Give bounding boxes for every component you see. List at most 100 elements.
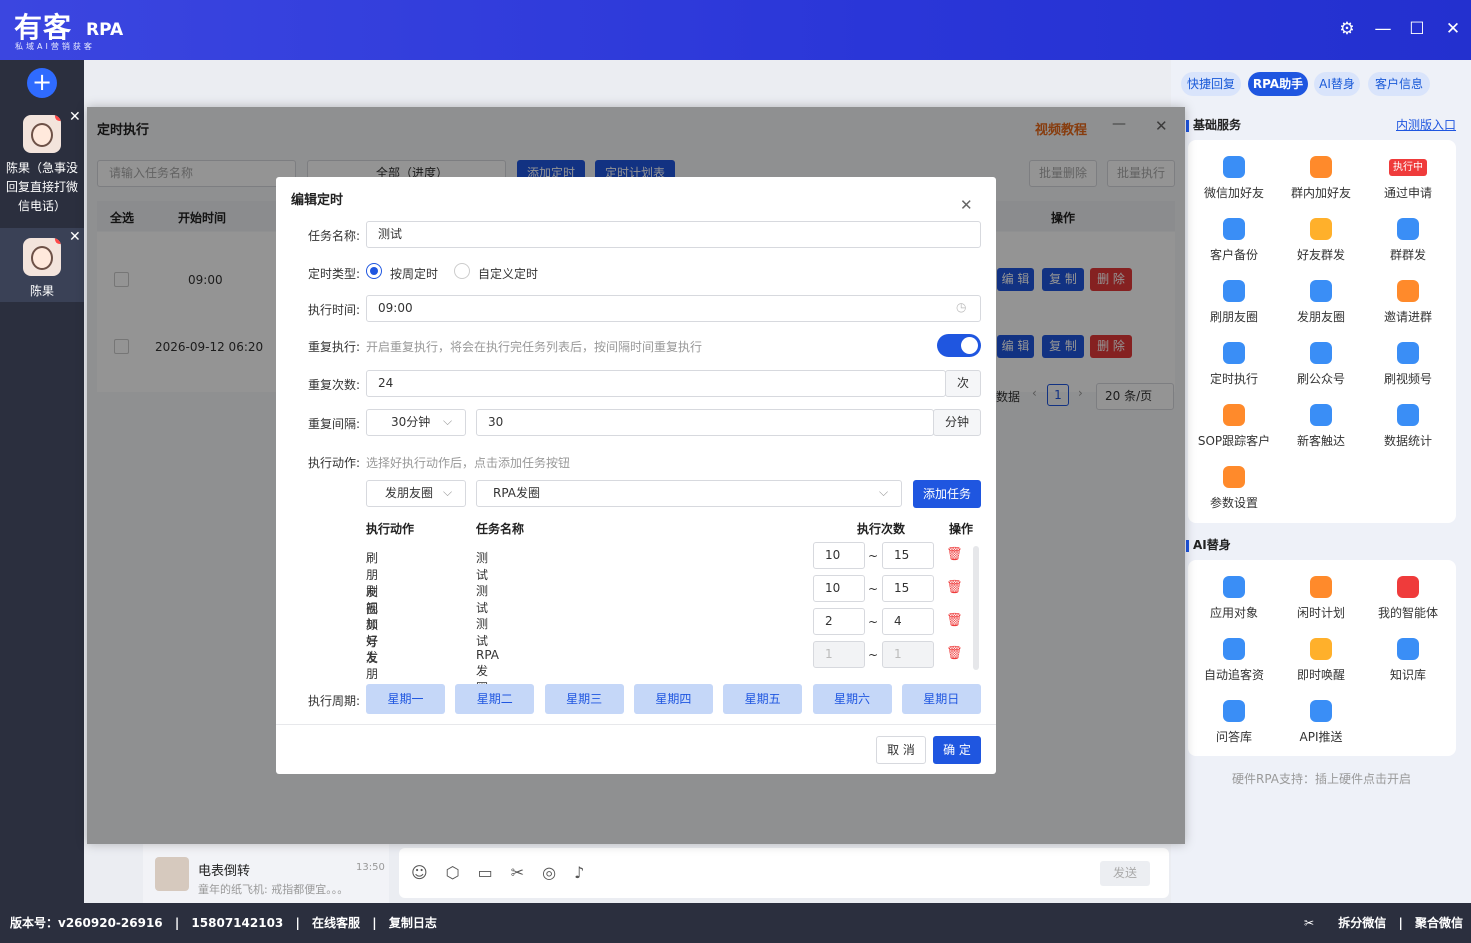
- chat-time: 13:50: [356, 862, 385, 873]
- minimize-icon[interactable]: —: [1372, 18, 1394, 40]
- repeat-count-input[interactable]: 24: [366, 370, 946, 397]
- basic-service-icon: [1223, 342, 1245, 364]
- basic-service-item[interactable]: 邀请进群: [1365, 280, 1451, 325]
- task-table-scrollbar[interactable]: [973, 546, 979, 670]
- dialog-title: 编辑定时: [291, 193, 344, 208]
- tab-rpa-assistant[interactable]: RPA助手: [1248, 72, 1308, 96]
- count-max-input[interactable]: 15: [882, 542, 934, 569]
- beta-entry-link[interactable]: 内测版入口: [1396, 116, 1456, 133]
- task-name-input[interactable]: 测试: [366, 221, 981, 248]
- avatar: [23, 238, 61, 276]
- cancel-button[interactable]: 取 消: [876, 736, 926, 764]
- basic-service-item[interactable]: 客户备份: [1191, 218, 1277, 263]
- ai-service-item[interactable]: 应用对象: [1191, 576, 1277, 621]
- ai-service-icon: [1223, 576, 1245, 598]
- exec-time-input[interactable]: 09:00: [366, 295, 981, 322]
- count-min-input[interactable]: 2: [813, 608, 865, 635]
- basic-service-icon: [1223, 218, 1245, 240]
- basic-service-item[interactable]: 微信加好友: [1191, 156, 1277, 201]
- merge-wechat-link[interactable]: 聚合微信: [1415, 916, 1463, 930]
- basic-service-icon: [1310, 280, 1332, 302]
- close-contact-icon[interactable]: ✕: [69, 229, 81, 245]
- ai-service-item[interactable]: 我的智能体: [1365, 576, 1451, 621]
- online-service-link[interactable]: 在线客服: [312, 916, 360, 930]
- day-button[interactable]: 星期日: [901, 684, 981, 714]
- day-button[interactable]: 星期三: [544, 684, 624, 714]
- split-wechat-link[interactable]: 拆分微信: [1338, 916, 1386, 930]
- basic-service-item[interactable]: 定时执行: [1191, 342, 1277, 387]
- ai-service-item[interactable]: API推送: [1278, 700, 1364, 745]
- send-button[interactable]: 发送: [1100, 861, 1150, 886]
- avatar: [155, 857, 189, 891]
- interval-value-input[interactable]: 30: [476, 409, 934, 436]
- repeat-toggle[interactable]: [937, 334, 981, 357]
- day-button[interactable]: 星期五: [723, 684, 803, 714]
- trash-icon[interactable]: 🗑: [946, 580, 963, 595]
- count-min-input[interactable]: 10: [813, 575, 865, 602]
- chat-toolbar-icons[interactable]: ☺⬡▭✂◎♪: [411, 863, 602, 882]
- basic-service-icon: [1310, 156, 1332, 178]
- count-max-input[interactable]: 1: [882, 641, 934, 668]
- tab-quick-reply[interactable]: 快捷回复: [1181, 72, 1241, 96]
- basic-service-item[interactable]: 群内加好友: [1278, 156, 1364, 201]
- repeat-label: 重复执行:: [307, 340, 360, 354]
- basic-services-title: 基础服务: [1186, 116, 1241, 133]
- maximize-icon[interactable]: ☐: [1406, 18, 1428, 40]
- basic-service-item[interactable]: 数据统计: [1365, 404, 1451, 449]
- ai-service-item[interactable]: 自动追客资: [1191, 638, 1277, 683]
- col-ops-header: 操作: [949, 522, 974, 536]
- basic-service-item[interactable]: 新客触达: [1278, 404, 1364, 449]
- trash-icon[interactable]: 🗑: [946, 646, 963, 661]
- task-name: 测试: [476, 584, 489, 615]
- basic-service-item[interactable]: 好友群发: [1278, 218, 1364, 263]
- dialog-close-icon[interactable]: ✕: [960, 196, 973, 214]
- confirm-button[interactable]: 确 定: [933, 736, 981, 764]
- radio-weekly-label: 按周定时: [390, 267, 439, 281]
- basic-service-item[interactable]: SOP跟踪客户: [1191, 404, 1277, 449]
- repeat-description: 开启重复执行，将会在执行完任务列表后，按间隔时间重复执行: [366, 340, 703, 354]
- ai-service-label: 问答库: [1215, 730, 1252, 744]
- radio-custom-label: 自定义定时: [478, 267, 539, 281]
- task-select[interactable]: RPA发圈: [476, 480, 902, 507]
- basic-service-item[interactable]: 刷朋友圈: [1191, 280, 1277, 325]
- radio-custom[interactable]: [454, 263, 470, 279]
- tab-ai-avatar[interactable]: AI替身: [1314, 72, 1360, 96]
- ai-service-item[interactable]: 即时唤醒: [1278, 638, 1364, 683]
- basic-service-item[interactable]: 参数设置: [1191, 466, 1277, 511]
- basic-service-label: 新客触达: [1296, 434, 1345, 448]
- trash-icon[interactable]: 🗑: [946, 613, 963, 628]
- range-separator: ~: [868, 615, 879, 629]
- basic-service-icon: [1223, 466, 1245, 488]
- basic-service-item[interactable]: 发朋友圈: [1278, 280, 1364, 325]
- trash-icon[interactable]: 🗑: [946, 547, 963, 562]
- count-min-input[interactable]: 10: [813, 542, 865, 569]
- close-contact-icon[interactable]: ✕: [69, 109, 81, 125]
- scissors-icon[interactable]: ✂: [1304, 916, 1314, 930]
- day-button[interactable]: 星期六: [812, 684, 892, 714]
- basic-service-item[interactable]: 刷视频号: [1365, 342, 1451, 387]
- basic-service-label: 客户备份: [1209, 248, 1258, 262]
- day-button[interactable]: 星期二: [455, 684, 535, 714]
- day-button[interactable]: 星期四: [633, 684, 713, 714]
- ai-service-item[interactable]: 知识库: [1365, 638, 1451, 683]
- tab-customer-info[interactable]: 客户信息: [1368, 72, 1430, 96]
- basic-service-item[interactable]: 刷公众号: [1278, 342, 1364, 387]
- add-task-button[interactable]: 添加任务: [913, 480, 981, 508]
- basic-service-label: 参数设置: [1209, 496, 1258, 510]
- count-min-input[interactable]: 1: [813, 641, 865, 668]
- copy-log-link[interactable]: 复制日志: [389, 916, 437, 930]
- count-max-input[interactable]: 4: [882, 608, 934, 635]
- ai-service-item[interactable]: 闲时计划: [1278, 576, 1364, 621]
- contact-item[interactable]: 陈果（急事没回复直接打微信电话）: [0, 115, 84, 221]
- day-button[interactable]: 星期一: [366, 684, 445, 714]
- radio-weekly[interactable]: [366, 263, 382, 279]
- basic-service-item[interactable]: 群群发: [1365, 218, 1451, 263]
- close-icon[interactable]: ✕: [1442, 18, 1464, 40]
- add-account-button[interactable]: +: [27, 68, 57, 98]
- ai-service-icon: [1310, 638, 1332, 660]
- settings-icon[interactable]: ⚙: [1336, 18, 1358, 40]
- ai-service-item[interactable]: 问答库: [1191, 700, 1277, 745]
- basic-service-label: 好友群发: [1296, 248, 1345, 262]
- count-max-input[interactable]: 15: [882, 575, 934, 602]
- exec-action-description: 选择好执行动作后，点击添加任务按钮: [366, 456, 571, 470]
